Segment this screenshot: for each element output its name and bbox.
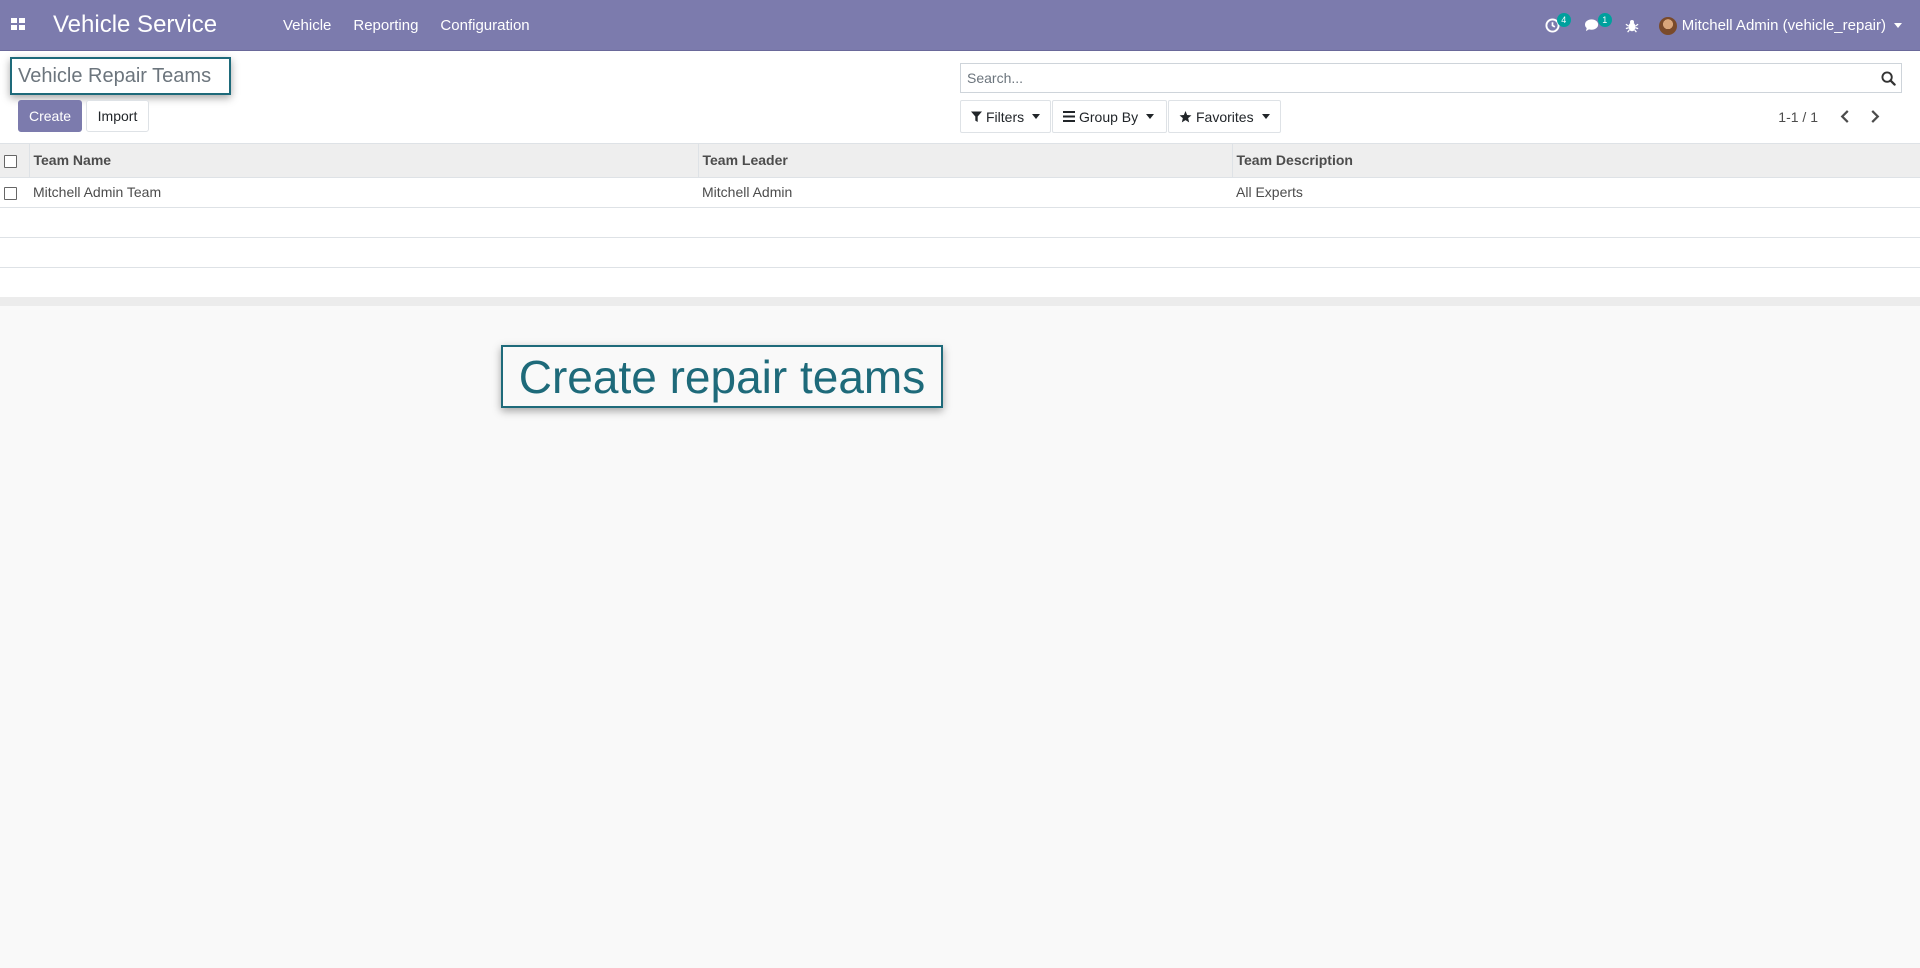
user-menu[interactable]: Mitchell Admin (vehicle_repair): [1651, 0, 1920, 51]
empty-row: [0, 266, 1920, 297]
import-button[interactable]: Import: [86, 100, 149, 132]
search-box: [960, 63, 1902, 93]
pager: 1-1 / 1: [1778, 100, 1890, 133]
table-header-row: Team Name Team Leader Team Description: [0, 144, 1920, 178]
chevron-left-icon: [1840, 110, 1849, 123]
select-all-checkbox[interactable]: [4, 155, 17, 169]
cell-team-leader[interactable]: Mitchell Admin: [698, 176, 1232, 207]
chevron-right-icon: [1871, 110, 1880, 123]
search-button[interactable]: [1875, 64, 1901, 92]
main-menu: Vehicle Reporting Configuration: [272, 0, 541, 51]
debug-button[interactable]: [1613, 0, 1651, 51]
filters-dropdown[interactable]: Filters: [960, 100, 1051, 133]
messages-button[interactable]: 1: [1572, 0, 1613, 51]
activity-count-badge: 4: [1556, 13, 1571, 27]
messages-count-badge: 1: [1597, 13, 1612, 27]
menu-item-reporting[interactable]: Reporting: [342, 17, 429, 34]
pager-previous-button[interactable]: [1830, 102, 1860, 132]
column-header-team-leader[interactable]: Team Leader: [698, 144, 1233, 178]
table-row[interactable]: Mitchell Admin Team Mitchell Admin All E…: [0, 176, 1920, 207]
callout-box: Create repair teams: [501, 345, 943, 408]
chevron-down-icon: [1146, 114, 1155, 119]
callout-text: Create repair teams: [518, 350, 926, 403]
app-title[interactable]: Vehicle Service: [53, 11, 217, 39]
empty-row: [0, 206, 1920, 237]
systray: 4 1 Mitchell Admin (vehicle_repair): [1533, 0, 1920, 51]
pager-value[interactable]: 1-1 / 1: [1778, 109, 1818, 125]
groupby-label: Group By: [1079, 108, 1139, 125]
filter-icon: [971, 111, 982, 123]
chevron-down-icon: [1032, 114, 1041, 119]
select-all-cell: [0, 144, 30, 178]
control-panel: Vehicle Repair Teams Create Import Filte…: [0, 51, 1920, 144]
favorites-label: Favorites: [1196, 108, 1254, 125]
apps-menu-icon[interactable]: [11, 18, 25, 30]
avatar: [1658, 16, 1677, 35]
bars-icon: [1063, 111, 1075, 122]
menu-item-configuration[interactable]: Configuration: [429, 17, 540, 34]
search-input[interactable]: [961, 64, 1875, 92]
search-icon: [1880, 70, 1896, 86]
groupby-dropdown[interactable]: Group By: [1052, 100, 1167, 133]
user-name: Mitchell Admin (vehicle_repair): [1681, 17, 1886, 34]
list-view: Team Name Team Leader Team Description M…: [0, 144, 1920, 306]
page-title: Vehicle Repair Teams: [18, 64, 212, 87]
column-header-team-description[interactable]: Team Description: [1232, 144, 1920, 178]
column-header-team-name[interactable]: Team Name: [29, 144, 699, 178]
row-checkbox[interactable]: [4, 186, 17, 200]
cell-team-description[interactable]: All Experts: [1232, 176, 1920, 207]
breadcrumb: Vehicle Repair Teams: [10, 57, 231, 95]
chevron-down-icon: [1261, 114, 1270, 119]
activity-button[interactable]: 4: [1533, 0, 1572, 51]
chevron-down-icon: [1894, 23, 1902, 28]
empty-row: [0, 236, 1920, 267]
top-navbar: Vehicle Service Vehicle Reporting Config…: [0, 0, 1920, 51]
bug-icon: [1625, 19, 1639, 33]
star-icon: [1179, 110, 1192, 123]
row-select-cell: [0, 176, 29, 207]
filters-label: Filters: [986, 108, 1025, 125]
create-button[interactable]: Create: [18, 100, 82, 132]
menu-item-vehicle[interactable]: Vehicle: [272, 17, 342, 34]
favorites-dropdown[interactable]: Favorites: [1168, 100, 1281, 133]
pager-next-button[interactable]: [1860, 102, 1890, 132]
cell-team-name[interactable]: Mitchell Admin Team: [29, 176, 698, 207]
teams-table: Team Name Team Leader Team Description M…: [0, 144, 1920, 297]
